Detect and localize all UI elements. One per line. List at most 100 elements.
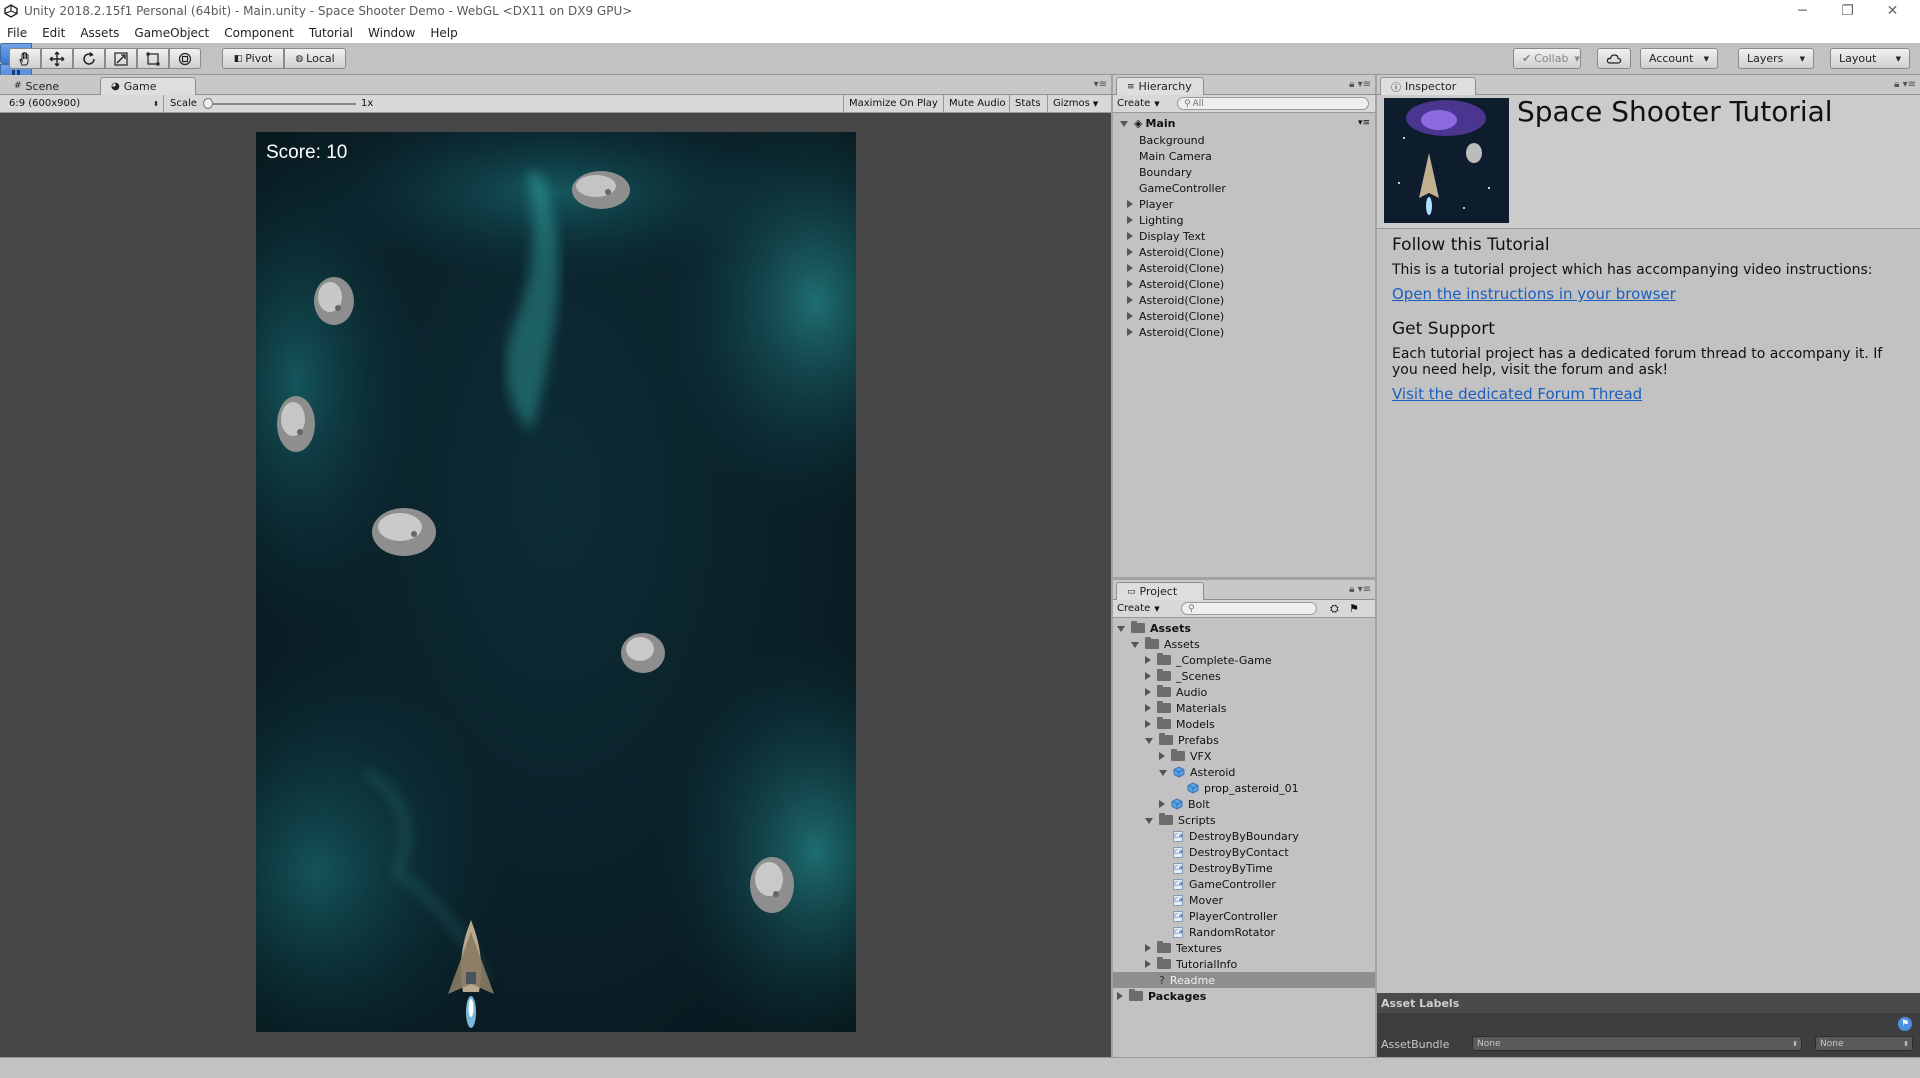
panel-menu-icon[interactable]: ▾≡: [1094, 79, 1107, 90]
layout-dropdown[interactable]: Layout ▼: [1830, 48, 1910, 69]
expand-arrow-icon[interactable]: [1127, 232, 1133, 240]
expand-arrow-icon[interactable]: [1127, 248, 1133, 256]
project-search-input[interactable]: ⚲: [1181, 602, 1317, 615]
hierarchy-item[interactable]: Main Camera: [1127, 148, 1212, 164]
project-item[interactable]: Textures: [1113, 940, 1375, 956]
expand-arrow-icon[interactable]: [1159, 752, 1165, 760]
open-instructions-link[interactable]: Open the instructions in your browser: [1392, 285, 1912, 303]
expand-arrow-icon[interactable]: [1145, 704, 1151, 712]
expand-arrow-icon[interactable]: [1145, 656, 1151, 664]
hierarchy-item[interactable]: Asteroid(Clone): [1127, 260, 1224, 276]
assetbundle-dropdown[interactable]: None ⬍: [1472, 1036, 1802, 1051]
lock-icon[interactable]: 🔒︎ ▾≡: [1349, 79, 1371, 90]
lock-icon[interactable]: 🔒︎ ▾≡: [1349, 584, 1371, 595]
layers-dropdown[interactable]: Layers ▼: [1738, 48, 1814, 69]
project-item[interactable]: C# RandomRotator: [1113, 924, 1375, 940]
minimize-button[interactable]: ─: [1780, 0, 1825, 22]
project-item[interactable]: _Scenes: [1113, 668, 1375, 684]
account-dropdown[interactable]: Account ▼: [1640, 48, 1718, 69]
expand-arrow-icon[interactable]: [1145, 672, 1151, 680]
assetbundle-variant-dropdown[interactable]: None ⬍: [1815, 1036, 1913, 1051]
expand-arrow-icon[interactable]: [1145, 960, 1151, 968]
menu-gameobject[interactable]: GameObject: [127, 26, 217, 40]
menu-assets[interactable]: Assets: [73, 26, 127, 40]
restore-button[interactable]: ❐: [1825, 0, 1870, 22]
menu-help[interactable]: Help: [423, 26, 465, 40]
hierarchy-item[interactable]: Asteroid(Clone): [1127, 308, 1224, 324]
menu-window[interactable]: Window: [361, 26, 423, 40]
scale-slider-track[interactable]: [206, 103, 356, 105]
hierarchy-search-input[interactable]: ⚲ All: [1177, 97, 1369, 110]
gizmos-dropdown[interactable]: Gizmos ▼: [1047, 95, 1103, 112]
project-item[interactable]: C# DestroyByTime: [1113, 860, 1375, 876]
hierarchy-item[interactable]: Lighting: [1127, 212, 1183, 228]
project-item[interactable]: _Complete-Game: [1113, 652, 1375, 668]
project-item[interactable]: C# DestroyByContact: [1113, 844, 1375, 860]
hand-tool-button[interactable]: [9, 48, 41, 69]
filter-by-label-icon[interactable]: ⚑: [1349, 602, 1359, 615]
project-item[interactable]: Packages: [1113, 988, 1375, 1004]
hierarchy-item[interactable]: Boundary: [1127, 164, 1192, 180]
tag-icon[interactable]: ⚑: [1898, 1017, 1912, 1031]
mute-audio-toggle[interactable]: Mute Audio: [943, 95, 1011, 112]
scale-slider-thumb[interactable]: [203, 98, 213, 109]
rect-tool-button[interactable]: [137, 48, 169, 69]
project-item[interactable]: Assets: [1113, 636, 1375, 652]
project-item[interactable]: TutorialInfo: [1113, 956, 1375, 972]
project-item[interactable]: Asteroid: [1113, 764, 1375, 780]
tab-hierarchy[interactable]: ≡ Hierarchy: [1116, 77, 1204, 95]
expand-arrow-icon[interactable]: [1117, 992, 1123, 1000]
expand-arrow-icon[interactable]: [1159, 800, 1165, 808]
project-item[interactable]: Audio: [1113, 684, 1375, 700]
expand-arrow-icon[interactable]: [1127, 264, 1133, 272]
menu-component[interactable]: Component: [217, 26, 302, 40]
collapse-arrow-icon[interactable]: [1145, 738, 1153, 744]
hierarchy-item[interactable]: Display Text: [1127, 228, 1205, 244]
hierarchy-item[interactable]: Asteroid(Clone): [1127, 292, 1224, 308]
hierarchy-item[interactable]: Asteroid(Clone): [1127, 276, 1224, 292]
pivot-toggle[interactable]: ◧ Pivot: [222, 48, 284, 69]
move-tool-button[interactable]: [41, 48, 73, 69]
expand-arrow-icon[interactable]: [1127, 280, 1133, 288]
project-item[interactable]: Scripts: [1113, 812, 1375, 828]
project-item[interactable]: Models: [1113, 716, 1375, 732]
scene-menu-icon[interactable]: ▾≡: [1358, 118, 1370, 128]
rotate-tool-button[interactable]: [73, 48, 105, 69]
scene-root-main[interactable]: ◈ Main ▾≡: [1120, 115, 1370, 131]
expand-arrow-icon[interactable]: [1127, 296, 1133, 304]
game-viewport[interactable]: Score: 10: [256, 132, 856, 1032]
project-create-dropdown[interactable]: Create ▼: [1117, 600, 1160, 617]
tab-project[interactable]: ▭ Project: [1116, 582, 1204, 600]
project-item[interactable]: Bolt: [1113, 796, 1375, 812]
hierarchy-create-dropdown[interactable]: Create ▼: [1117, 95, 1160, 112]
expand-arrow-icon[interactable]: [1145, 720, 1151, 728]
collapse-arrow-icon[interactable]: [1145, 818, 1153, 824]
tab-inspector[interactable]: ⓘ Inspector: [1380, 77, 1476, 95]
local-toggle[interactable]: ◍ Local: [284, 48, 346, 69]
project-item[interactable]: C# GameController: [1113, 876, 1375, 892]
aspect-dropdown[interactable]: 6:9 (600x900) ⬍: [4, 95, 164, 112]
lock-icon[interactable]: 🔒︎ ▾≡: [1894, 79, 1916, 90]
project-item[interactable]: prop_asteroid_01: [1113, 780, 1375, 796]
stats-toggle[interactable]: Stats: [1009, 95, 1046, 112]
transform-tool-button[interactable]: [169, 48, 201, 69]
tab-scene[interactable]: # Scene: [4, 77, 69, 95]
hierarchy-item[interactable]: Background: [1127, 132, 1205, 148]
expand-arrow-icon[interactable]: [1127, 328, 1133, 336]
collapse-arrow-icon[interactable]: [1159, 770, 1167, 776]
menu-file[interactable]: File: [0, 26, 35, 40]
tab-game[interactable]: ◕ Game: [100, 77, 196, 95]
expand-arrow-icon[interactable]: [1127, 200, 1133, 208]
project-item[interactable]: C# DestroyByBoundary: [1113, 828, 1375, 844]
project-item[interactable]: ? Readme: [1113, 972, 1375, 988]
project-item[interactable]: C# Mover: [1113, 892, 1375, 908]
expand-arrow-icon[interactable]: [1127, 216, 1133, 224]
collab-dropdown[interactable]: ✔ Collab ▼: [1513, 48, 1581, 69]
hierarchy-item[interactable]: GameController: [1127, 180, 1226, 196]
expand-arrow-icon[interactable]: [1127, 312, 1133, 320]
cloud-button[interactable]: [1597, 48, 1631, 69]
hierarchy-item[interactable]: Asteroid(Clone): [1127, 244, 1224, 260]
filter-by-type-icon[interactable]: ⛭: [1330, 602, 1339, 616]
close-button[interactable]: ✕: [1870, 0, 1915, 22]
collapse-arrow-icon[interactable]: [1117, 626, 1125, 632]
